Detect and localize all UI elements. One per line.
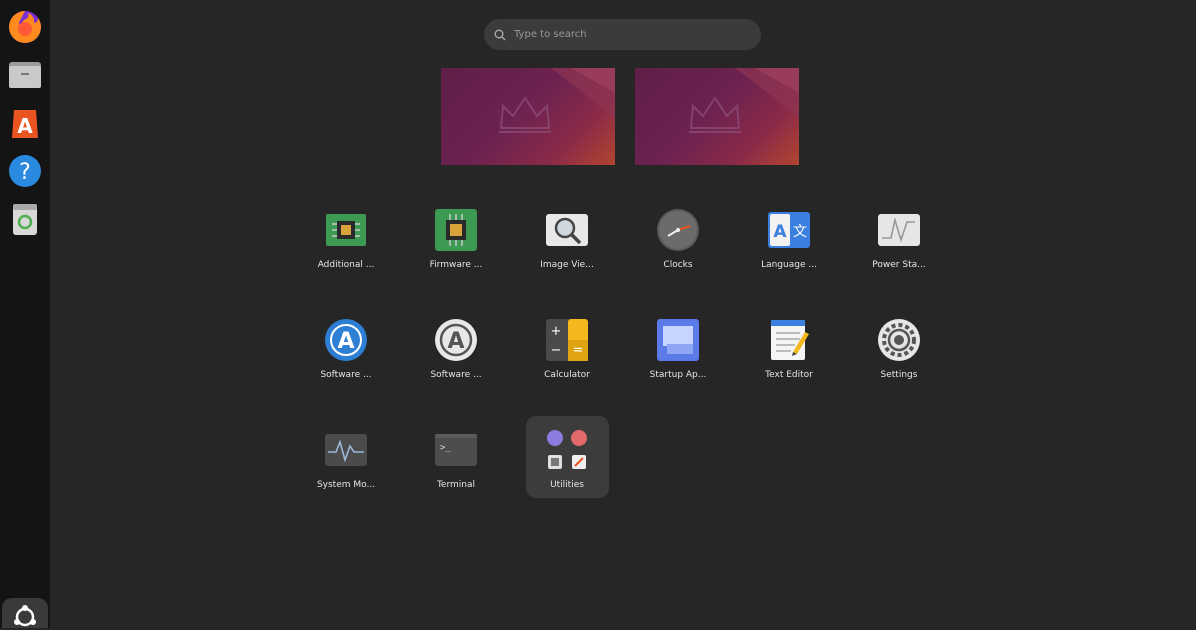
software-updater-icon: A bbox=[324, 318, 368, 362]
app-label: Language ... bbox=[761, 260, 817, 270]
ubuntu-logo-icon bbox=[14, 605, 36, 627]
svg-text:A: A bbox=[447, 329, 464, 354]
app-label: Utilities bbox=[550, 480, 584, 490]
app-software-updater[interactable]: A Software ... bbox=[301, 314, 391, 394]
show-apps-button[interactable] bbox=[2, 598, 48, 628]
app-startup-applications[interactable]: Startup Ap... bbox=[633, 314, 723, 394]
svg-text:−: − bbox=[551, 343, 562, 358]
app-label: System Mo... bbox=[316, 480, 376, 490]
app-image-viewer[interactable]: Image Vie... bbox=[522, 204, 612, 284]
settings-gear-icon bbox=[877, 318, 921, 362]
power-graph-icon bbox=[877, 208, 921, 252]
app-label: Text Editor bbox=[765, 370, 813, 380]
workspace-thumbnail-2[interactable] bbox=[635, 68, 799, 165]
app-text-editor[interactable]: Text Editor bbox=[744, 314, 834, 394]
text-editor-icon bbox=[767, 318, 811, 362]
calculator-icon: + − = bbox=[545, 318, 589, 362]
workspace-thumbnail-1[interactable] bbox=[441, 68, 615, 165]
svg-text:A: A bbox=[773, 222, 787, 242]
svg-text:?: ? bbox=[19, 160, 31, 185]
app-label: Power Sta... bbox=[872, 260, 926, 270]
app-additional-drivers[interactable]: Additional ... bbox=[301, 204, 391, 284]
app-clocks[interactable]: Clocks bbox=[633, 204, 723, 284]
app-label: Clocks bbox=[663, 260, 693, 270]
firefox-icon[interactable] bbox=[6, 8, 44, 46]
ubuntu-wallpaper-icon bbox=[499, 68, 615, 133]
app-label: Terminal bbox=[436, 480, 476, 490]
svg-text:A: A bbox=[17, 114, 33, 138]
app-software-properties[interactable]: A Software ... bbox=[411, 314, 501, 394]
ubuntu-wallpaper-icon bbox=[689, 68, 799, 133]
chip-icon bbox=[324, 208, 368, 252]
app-label: Settings bbox=[880, 370, 918, 380]
folder-icon bbox=[545, 428, 589, 472]
dock: A ? bbox=[0, 0, 50, 628]
system-monitor-icon bbox=[324, 428, 368, 472]
app-label: Additional ... bbox=[317, 260, 375, 270]
app-system-monitor[interactable]: System Mo... bbox=[301, 424, 391, 504]
app-label: Calculator bbox=[544, 370, 590, 380]
svg-text:文: 文 bbox=[793, 224, 807, 240]
app-settings[interactable]: Settings bbox=[854, 314, 944, 394]
svg-text:>_: >_ bbox=[440, 443, 451, 453]
app-power-statistics[interactable]: Power Sta... bbox=[854, 204, 944, 284]
app-terminal[interactable]: >_ Terminal bbox=[411, 424, 501, 504]
svg-text:A: A bbox=[337, 329, 354, 354]
startup-apps-icon bbox=[656, 318, 700, 362]
help-icon[interactable]: ? bbox=[6, 152, 44, 190]
clock-icon bbox=[656, 208, 700, 252]
app-folder-utilities[interactable]: Utilities bbox=[522, 424, 612, 504]
svg-text:+: + bbox=[551, 324, 562, 339]
firmware-chip-icon bbox=[434, 208, 478, 252]
app-label: Startup Ap... bbox=[649, 370, 707, 380]
magnifier-icon bbox=[545, 208, 589, 252]
terminal-icon: >_ bbox=[434, 428, 478, 472]
app-language-support[interactable]: A文 Language ... bbox=[744, 204, 834, 284]
software-properties-icon: A bbox=[434, 318, 478, 362]
search-input[interactable] bbox=[512, 28, 736, 41]
app-label: Image Vie... bbox=[540, 260, 594, 270]
files-icon[interactable] bbox=[6, 56, 44, 94]
search-bar[interactable] bbox=[484, 19, 761, 50]
trash-icon[interactable] bbox=[6, 200, 44, 238]
svg-text:=: = bbox=[573, 343, 584, 358]
language-icon: A文 bbox=[767, 208, 811, 252]
search-icon bbox=[494, 29, 506, 40]
app-label: Software ... bbox=[320, 370, 372, 380]
app-firmware-updater[interactable]: Firmware ... bbox=[411, 204, 501, 284]
app-center-icon[interactable]: A bbox=[6, 104, 44, 142]
app-label: Software ... bbox=[430, 370, 482, 380]
app-calculator[interactable]: + − = Calculator bbox=[522, 314, 612, 394]
app-label: Firmware ... bbox=[429, 260, 483, 270]
